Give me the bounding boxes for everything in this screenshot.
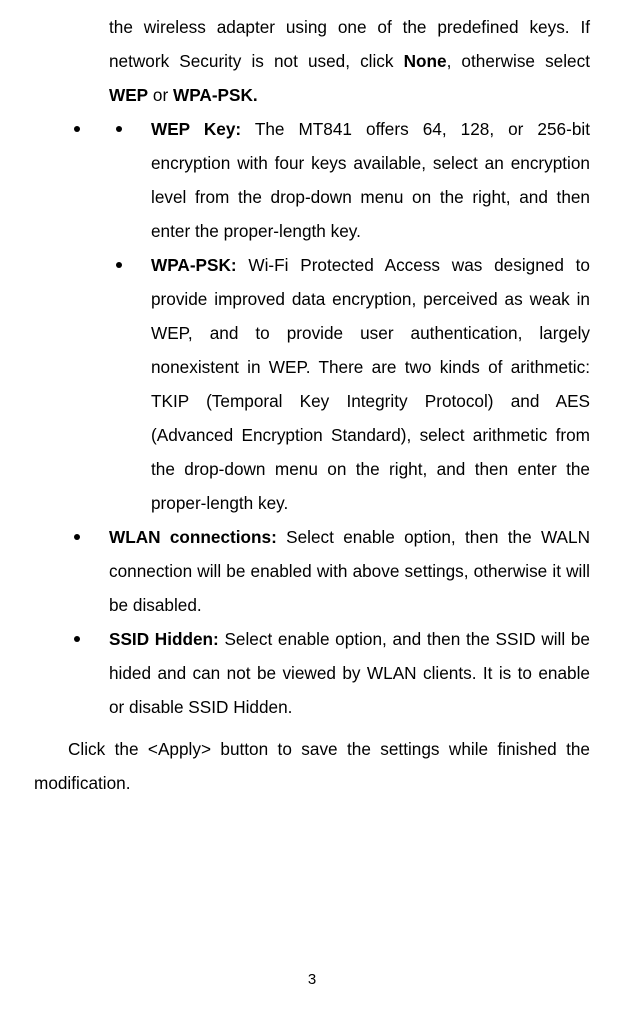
text-fragment: , otherwise select [447, 51, 590, 71]
item-label: WEP Key: [151, 119, 241, 139]
document-page: the wireless adapter using one of the pr… [0, 0, 624, 1021]
page-number: 3 [0, 972, 624, 987]
item-label: WLAN connections: [109, 527, 277, 547]
item-label: WPA-PSK: [151, 255, 237, 275]
page-content: the wireless adapter using one of the pr… [34, 0, 590, 800]
list-item-wlan-connections: WLAN connections: Select enable option, … [34, 520, 590, 622]
bold-wpa-psk: WPA-PSK. [173, 85, 258, 105]
list-item-ssid-hidden: SSID Hidden: Select enable option, and t… [34, 622, 590, 724]
inner-list: WEP Key: The MT841 offers 64, 128, or 25… [109, 112, 590, 520]
outer-list: WEP Key: The MT841 offers 64, 128, or 25… [34, 112, 590, 724]
bold-wep: WEP [109, 85, 148, 105]
item-text: Wi-Fi Protected Access was designed to p… [151, 255, 590, 513]
bold-none: None [404, 51, 447, 71]
list-item-wpa-psk: WPA-PSK: Wi-Fi Protected Access was desi… [109, 248, 590, 520]
text-fragment: or [148, 85, 173, 105]
list-item-wep-key: WEP Key: The MT841 offers 64, 128, or 25… [109, 112, 590, 248]
item-label: SSID Hidden: [109, 629, 219, 649]
leading-paragraph: the wireless adapter using one of the pr… [34, 10, 590, 112]
closing-paragraph: Click the <Apply> button to save the set… [34, 732, 590, 800]
list-item: WEP Key: The MT841 offers 64, 128, or 25… [34, 112, 590, 520]
